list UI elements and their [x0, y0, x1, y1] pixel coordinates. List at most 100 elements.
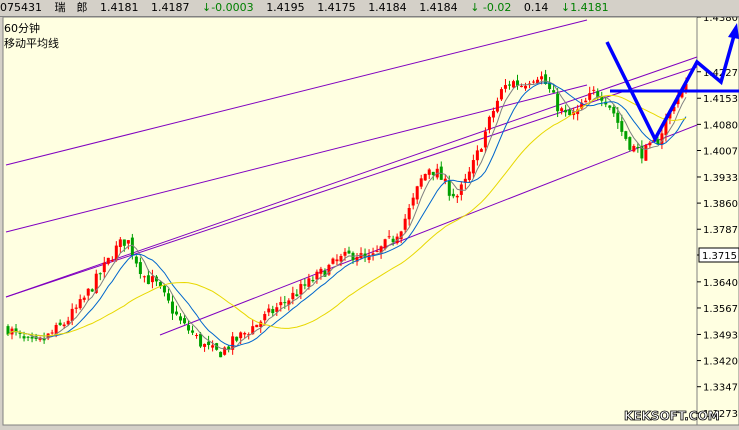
candle-body	[191, 330, 195, 333]
candle-body	[315, 271, 319, 280]
candle-body	[499, 89, 503, 100]
last-price-label: 1.3715	[702, 251, 737, 262]
candle-body	[106, 257, 110, 264]
candle-body	[383, 239, 387, 249]
candle-body	[552, 90, 556, 93]
candle-body	[174, 311, 178, 315]
candle-body	[503, 85, 507, 89]
quote-value-1: 1.4195	[266, 1, 305, 14]
candle-body	[319, 268, 323, 274]
y-tick-label: 1.3787	[703, 225, 738, 236]
candle-body	[207, 341, 211, 346]
candle-body	[620, 121, 624, 132]
candle-body	[179, 316, 183, 321]
volume: 0.14	[523, 1, 549, 14]
candle-body	[403, 218, 407, 230]
y-tick-label: 1.3493	[703, 330, 738, 341]
candle-body	[608, 105, 612, 108]
candle-body	[431, 171, 435, 175]
candle-body	[122, 239, 126, 246]
candle-body	[90, 289, 94, 292]
candle-body	[267, 308, 271, 313]
candle-body	[495, 100, 499, 112]
candle-body	[263, 313, 267, 321]
candle-body	[134, 256, 138, 264]
candle-body	[14, 328, 18, 332]
y-tick-label: 1.3860	[703, 199, 738, 210]
candle-body	[560, 108, 564, 111]
candle-body	[648, 142, 652, 146]
candle-body	[532, 81, 536, 83]
chart-window: 075431 瑞 郎 1.4181 1.4187 ↓-0.0003 1.4195…	[0, 0, 739, 430]
candle-body	[415, 186, 419, 200]
price-change: ↓-0.0003	[202, 1, 254, 14]
candle-body	[211, 345, 215, 348]
y-tick-label: 1.4080	[703, 120, 738, 131]
candle-body	[387, 236, 391, 238]
candle-body	[339, 255, 343, 262]
candle-body	[375, 250, 379, 252]
symbol-name: 瑞 郎	[54, 1, 88, 14]
percent-change: ↓ -0.02	[470, 1, 512, 14]
indicator-title: 移动平均线	[4, 37, 59, 50]
candle-body	[22, 336, 26, 339]
candle-body	[455, 195, 459, 198]
candle-body	[479, 149, 483, 152]
candle-body	[511, 81, 515, 88]
candle-body	[307, 278, 311, 287]
candle-body	[299, 284, 303, 295]
candle-body	[78, 299, 82, 309]
candle-body	[126, 240, 130, 244]
candle-body	[616, 112, 620, 123]
candle-body	[483, 131, 487, 148]
candle-body	[110, 260, 114, 262]
candle-body	[471, 160, 475, 174]
high-price: 1.4187	[151, 1, 190, 14]
candle-body	[628, 137, 632, 150]
y-tick-label: 1.3933	[703, 173, 738, 184]
quote-bar: 075431 瑞 郎 1.4181 1.4187 ↓-0.0003 1.4195…	[0, 0, 739, 17]
chart-period-title: 60分钟	[4, 22, 40, 35]
candle-body	[419, 178, 423, 187]
candle-body	[279, 302, 283, 306]
candle-body	[271, 309, 275, 314]
candle-body	[447, 180, 451, 196]
candle-body	[183, 318, 187, 324]
candle-body	[644, 145, 648, 161]
candle-body	[187, 325, 191, 331]
symbol-code: 075431	[0, 1, 42, 14]
candle-body	[520, 86, 524, 88]
candle-body	[74, 307, 78, 309]
candle-body	[30, 336, 34, 339]
candle-body	[311, 279, 315, 282]
watermark: KEKSOFT.COM	[624, 409, 720, 423]
candle-body	[295, 294, 299, 297]
y-tick-label: 1.3567	[703, 304, 738, 315]
candle-body	[70, 308, 74, 322]
candle-body	[255, 324, 259, 328]
y-tick-label: 1.4153	[703, 94, 738, 105]
y-tick-label: 1.3347	[703, 383, 738, 394]
y-tick-label: 1.4380	[703, 17, 738, 24]
price-chart[interactable]: 1.43801.42271.41531.40801.40071.39331.38…	[0, 17, 739, 430]
candle-body	[142, 276, 146, 278]
candle-body	[475, 150, 479, 161]
candle-body	[335, 259, 339, 262]
candle-body	[82, 297, 86, 300]
y-tick-label: 1.3420	[703, 357, 738, 368]
candle-body	[632, 145, 636, 152]
candle-body	[624, 131, 628, 139]
candle-body	[427, 169, 431, 175]
candle-body	[166, 293, 170, 301]
candle-body	[331, 258, 335, 264]
candle-body	[150, 276, 154, 283]
candle-body	[239, 332, 243, 339]
candle-body	[291, 292, 295, 300]
candle-body	[467, 171, 471, 180]
candle-body	[407, 207, 411, 220]
candle-body	[451, 193, 455, 197]
candle-body	[540, 76, 544, 80]
last-price: ↓1.4181	[560, 1, 609, 14]
candle-body	[58, 322, 62, 325]
candle-body	[343, 251, 347, 256]
